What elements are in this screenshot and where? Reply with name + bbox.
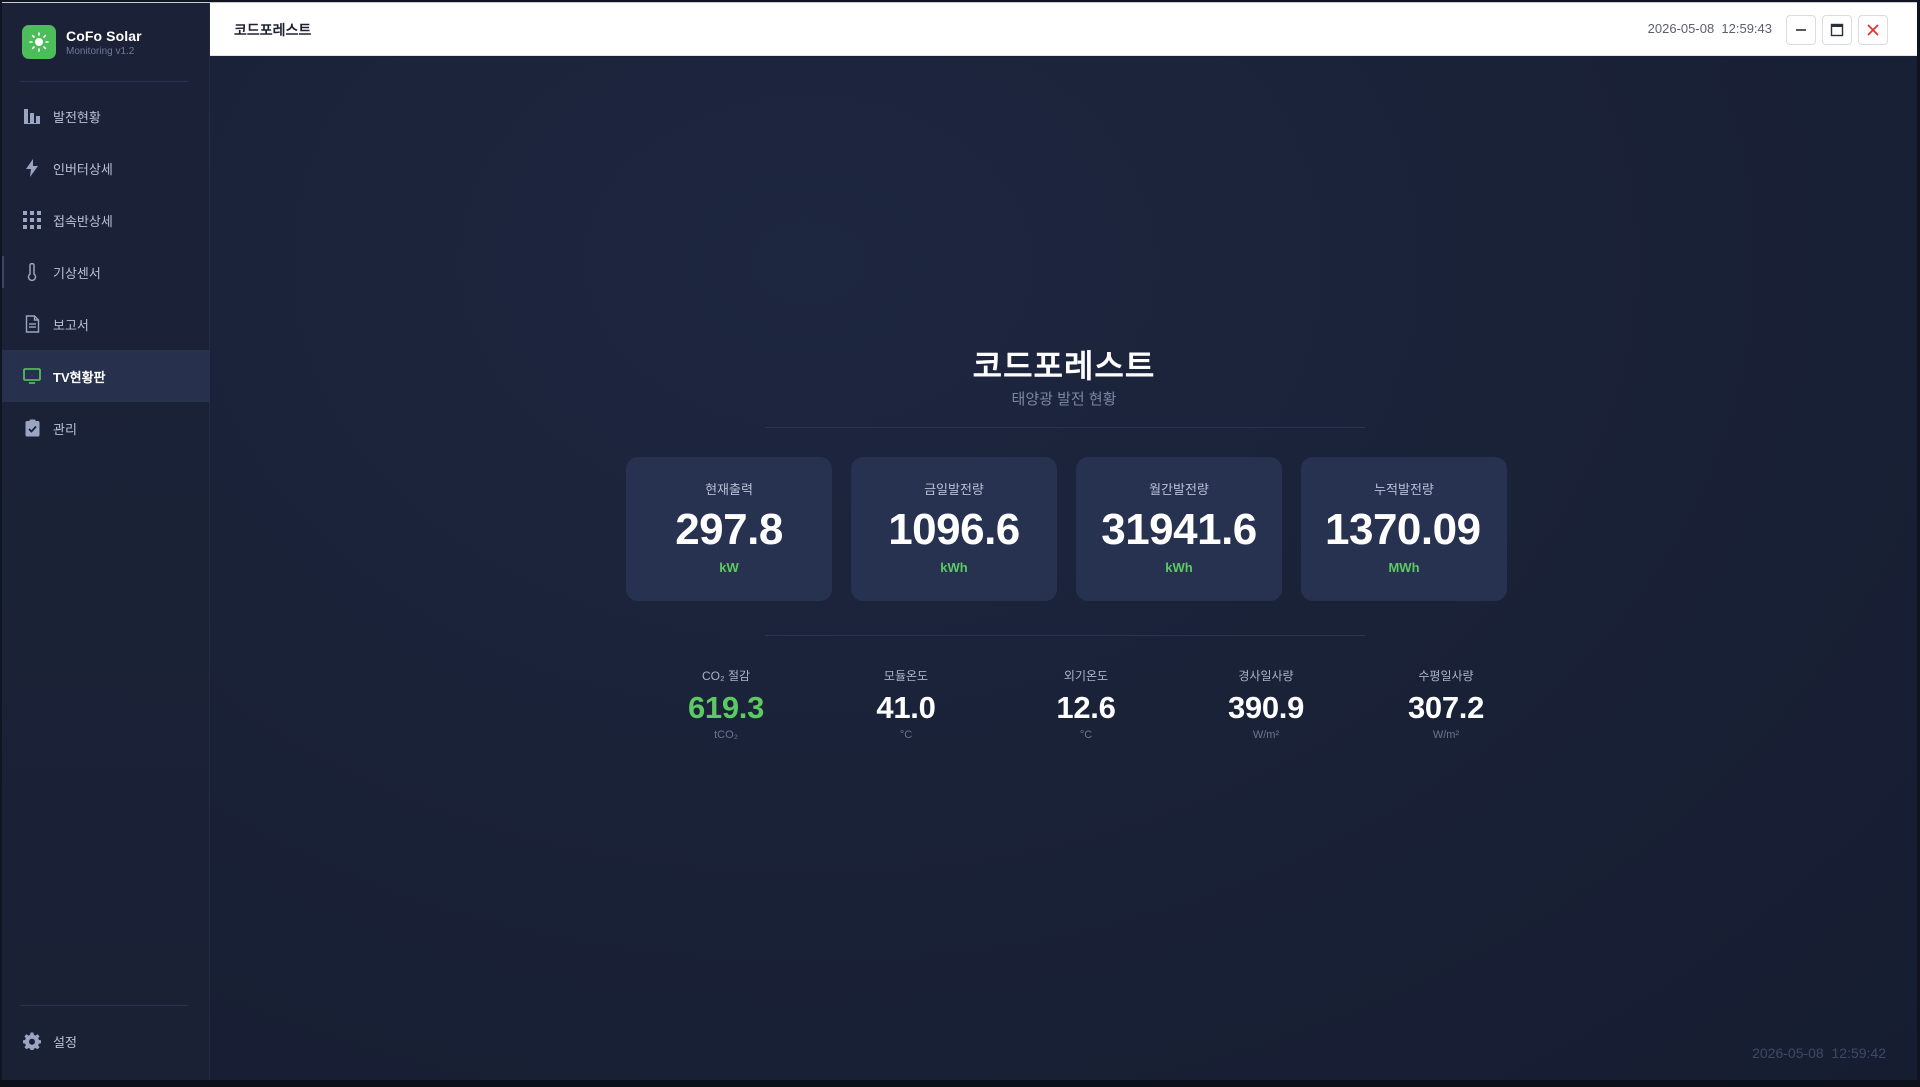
brand: CoFo Solar Monitoring v1.2 [22,25,142,59]
sidebar-item-label: 발전현황 [53,109,101,125]
sidebar-item-settings[interactable]: 설정 [2,1015,210,1067]
stat-unit: W/m² [1252,729,1280,741]
kpi-card-daily-generation: 금일발전량 1096.6 kWh [851,457,1057,601]
brand-version: Monitoring v1.2 [66,45,135,57]
sun-logo-icon [22,25,56,59]
brand-name: CoFo Solar [66,27,142,44]
divider [765,427,1365,428]
stat-value: 619.3 [687,690,765,725]
stat-label: 수평일사량 [1418,669,1474,683]
sidebar-item-label: 접속반상세 [53,213,113,229]
sidebar-nav: 발전현황 인버터상세 접속반상세 기상센서 보고서 TV현황판 관리 [2,90,210,454]
topbar: 코드포레스트 2026-05-08 12:59:43 [210,3,1918,56]
minimize-icon [1796,29,1806,31]
stat-outdoor-temperature: 외기온도 12.6 °C [1006,667,1166,741]
sidebar-item-label: 관리 [53,421,77,437]
kpi-card-cumulative-generation: 누적발전량 1370.09 MWh [1301,457,1507,601]
gear-icon [22,1031,42,1051]
thermometer-icon [22,262,42,282]
maximize-icon [1830,23,1844,37]
stat-unit: °C [1079,729,1093,741]
sidebar-item-inverter-detail[interactable]: 인버터상세 [2,142,210,194]
kpi-value: 31941.6 [1101,505,1257,554]
stat-unit: °C [899,729,913,741]
stat-value: 41.0 [876,690,936,725]
kpi-unit: kWh [1165,560,1193,575]
stat-co2-reduction: CO₂ 절감 619.3 tCO₂ [646,667,806,741]
kpi-card-current-output: 현재출력 297.8 kW [626,457,832,601]
monitor-icon [22,366,42,386]
sidebar-item-label: 기상센서 [53,265,101,281]
kpi-label: 월간발전량 [1149,482,1209,497]
minimize-button[interactable] [1786,15,1816,45]
bar-chart-icon [22,106,42,126]
last-updated-datetime: 2026-05-08 12:59:42 [1752,1045,1886,1061]
close-icon [1867,24,1879,36]
site-subtitle: 태양광 발전 현황 [1011,391,1117,408]
stat-value: 390.9 [1227,690,1305,725]
sidebar-item-generation-status[interactable]: 발전현황 [2,90,210,142]
tv-dashboard: 코드포레스트 태양광 발전 현황 현재출력 297.8 kW 금일발전량 109… [210,57,1918,1080]
environment-stats: CO₂ 절감 619.3 tCO₂ 모듈온도 41.0 °C 외기온도 12.6… [646,667,1486,747]
stat-horizontal-irradiance: 수평일사량 307.2 W/m² [1366,667,1526,741]
stat-tilted-irradiance: 경사일사량 390.9 W/m² [1186,667,1346,741]
sidebar-divider [20,81,188,82]
sidebar-item-label: 인버터상세 [53,161,113,177]
sidebar-item-label: 보고서 [53,317,89,333]
kpi-cards: 현재출력 297.8 kW 금일발전량 1096.6 kWh 월간발전량 319… [626,457,1507,602]
clipboard-check-icon [22,418,42,438]
divider [765,635,1365,636]
stat-value: 307.2 [1407,690,1485,725]
maximize-button[interactable] [1822,15,1852,45]
stat-label: 모듈온도 [883,669,929,683]
kpi-label: 누적발전량 [1374,482,1434,497]
stat-unit: W/m² [1432,729,1460,741]
sidebar-item-management[interactable]: 관리 [2,402,210,454]
kpi-value: 297.8 [675,505,783,554]
sidebar-item-label: TV현황판 [53,369,106,385]
stat-label: 경사일사량 [1238,669,1294,683]
kpi-label: 금일발전량 [924,482,984,497]
document-icon [22,314,42,334]
stat-label: 외기온도 [1063,669,1109,683]
app-frame: CoFo Solar Monitoring v1.2 발전현황 인버터상세 접속… [0,0,1920,1087]
kpi-unit: kWh [940,560,968,575]
current-datetime: 2026-05-08 12:59:43 [1647,21,1772,36]
sidebar-divider [20,1005,188,1006]
sidebar-item-tv-dashboard[interactable]: TV현황판 [2,350,210,402]
stat-module-temperature: 모듈온도 41.0 °C [826,667,986,741]
kpi-label: 현재출력 [705,482,753,497]
lightning-icon [22,158,42,178]
kpi-unit: kW [719,560,739,575]
close-button[interactable] [1858,15,1888,45]
sidebar-item-weather-sensor[interactable]: 기상센서 [2,246,210,298]
page-title: 코드포레스트 [234,22,312,38]
window-bottom-edge [0,1080,1920,1087]
settings-label: 설정 [53,1034,77,1050]
kpi-card-monthly-generation: 월간발전량 31941.6 kWh [1076,457,1282,601]
stat-unit: tCO₂ [714,729,738,741]
site-title: 코드포레스트 [972,348,1156,384]
stat-value: 12.6 [1056,690,1116,725]
kpi-value: 1096.6 [888,505,1020,554]
app-window: CoFo Solar Monitoring v1.2 발전현황 인버터상세 접속… [2,2,1918,1080]
sidebar-item-junction-box-detail[interactable]: 접속반상세 [2,194,210,246]
grid-icon [22,210,42,230]
kpi-unit: MWh [1388,560,1420,575]
stat-label: CO₂ 절감 [701,669,751,683]
kpi-value: 1370.09 [1325,505,1481,554]
sidebar: CoFo Solar Monitoring v1.2 발전현황 인버터상세 접속… [2,3,210,1080]
sidebar-item-report[interactable]: 보고서 [2,298,210,350]
